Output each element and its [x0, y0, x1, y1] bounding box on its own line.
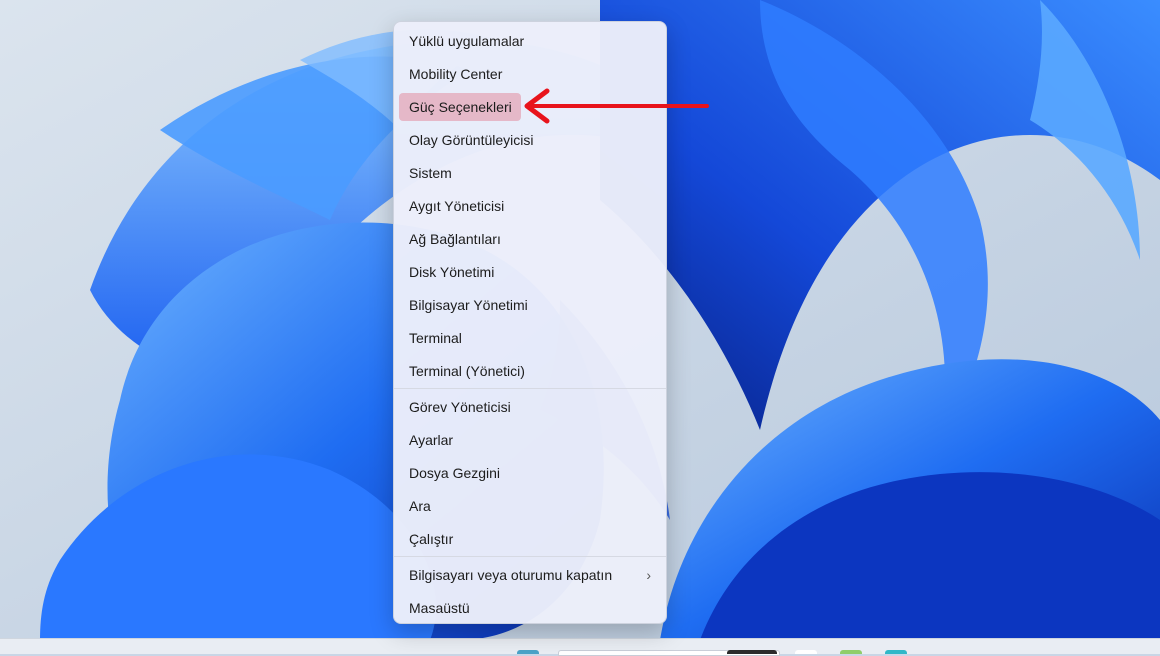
menu-item-installed-apps[interactable]: Yüklü uygulamalar [399, 27, 661, 55]
menu-item-device-manager[interactable]: Aygıt Yöneticisi [399, 192, 661, 220]
chevron-right-icon: › [646, 567, 651, 583]
menu-item-event-viewer[interactable]: Olay Görüntüleyicisi [399, 126, 661, 154]
menu-item-mobility-center[interactable]: Mobility Center [399, 60, 661, 88]
menu-item-computer-management[interactable]: Bilgisayar Yönetimi [399, 291, 661, 319]
menu-item-desktop[interactable]: Masaüstü [399, 594, 661, 622]
menu-item-network-connections[interactable]: Ağ Bağlantıları [399, 225, 661, 253]
menu-item-settings[interactable]: Ayarlar [399, 426, 661, 454]
taskbar-app-icon[interactable] [517, 650, 539, 654]
menu-item-terminal[interactable]: Terminal [399, 324, 661, 352]
menu-item-power-options[interactable]: Güç Seçenekleri [399, 93, 521, 121]
taskbar-app-icon[interactable] [795, 650, 817, 654]
menu-item-file-explorer[interactable]: Dosya Gezgini [399, 459, 661, 487]
menu-item-shut-down-or-sign-out[interactable]: Bilgisayarı veya oturumu kapatın › [399, 561, 661, 589]
taskbar-search-button[interactable] [727, 650, 777, 654]
menu-item-system[interactable]: Sistem [399, 159, 661, 187]
menu-item-terminal-admin[interactable]: Terminal (Yönetici) [399, 357, 661, 385]
menu-item-search[interactable]: Ara [399, 492, 661, 520]
taskbar-app-icon[interactable] [840, 650, 862, 654]
menu-item-disk-management[interactable]: Disk Yönetimi [399, 258, 661, 286]
menu-separator [394, 556, 666, 557]
menu-separator [394, 388, 666, 389]
menu-item-run[interactable]: Çalıştır [399, 525, 661, 553]
menu-item-task-manager[interactable]: Görev Yöneticisi [399, 393, 661, 421]
taskbar-app-icon[interactable] [885, 650, 907, 654]
taskbar [0, 638, 1160, 656]
red-annotation-arrow-icon [524, 88, 709, 124]
